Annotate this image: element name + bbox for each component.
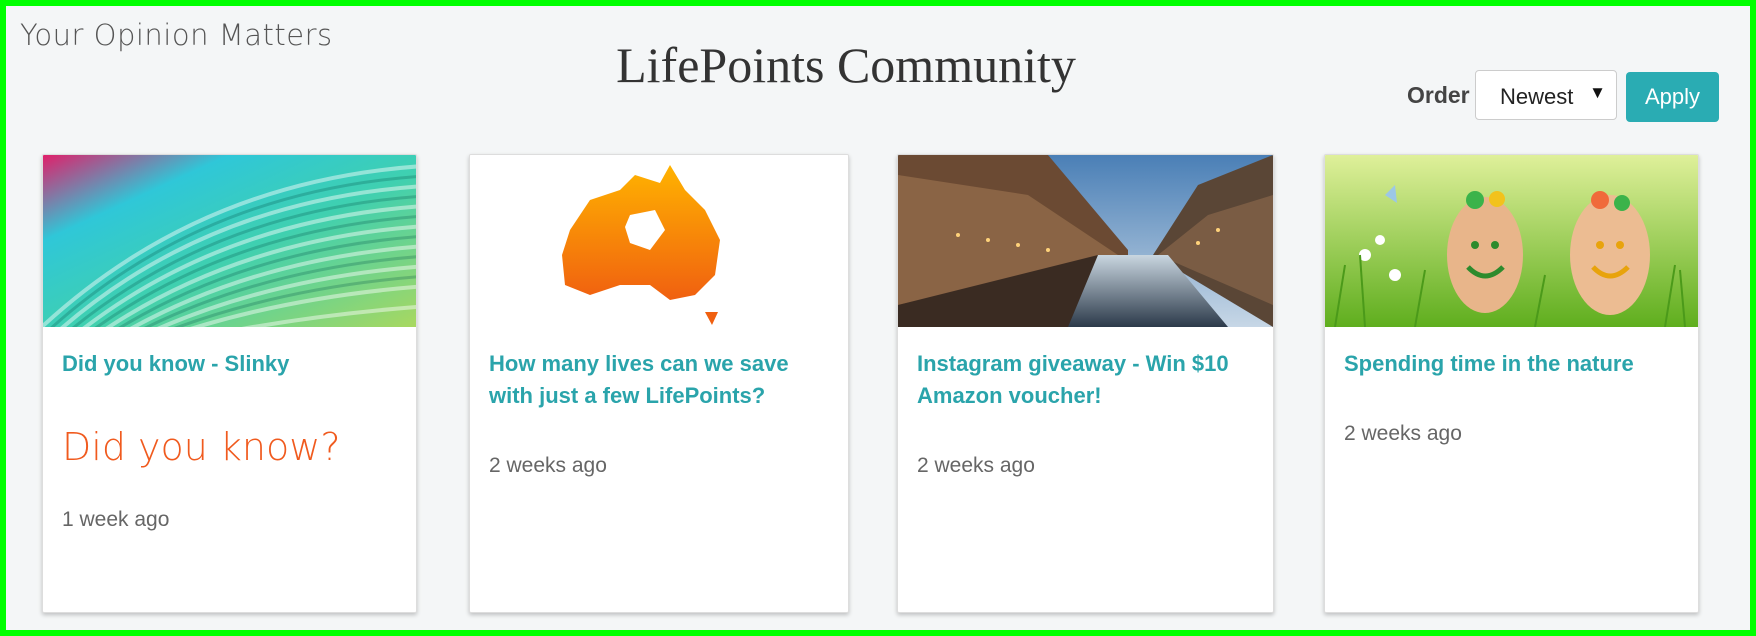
order-label: Order — [1407, 82, 1470, 108]
order-select[interactable]: Newest ▼ — [1475, 70, 1617, 120]
card-timestamp: 1 week ago — [62, 508, 170, 531]
dropdown-arrow-icon: ▼ — [1589, 83, 1606, 102]
card-timestamp: 2 weeks ago — [489, 454, 607, 477]
order-selected-value: Newest — [1500, 84, 1574, 109]
card-title-link[interactable]: Instagram giveaway - Win $10 Amazon vouc… — [917, 348, 1257, 412]
article-card-instagram[interactable]: Instagram giveaway - Win $10 Amazon vouc… — [897, 154, 1274, 613]
slinky-image[interactable] — [43, 155, 416, 327]
card-timestamp: 2 weeks ago — [1344, 422, 1462, 445]
page-frame: Your Opinion Matters LifePoints Communit… — [0, 0, 1756, 636]
card-title-link[interactable]: How many lives can we save with just a f… — [489, 348, 832, 412]
apply-button[interactable]: Apply — [1626, 72, 1719, 122]
article-card-nature[interactable]: Spending time in the nature 2 weeks ago — [1324, 154, 1699, 613]
canal-city-image[interactable] — [898, 155, 1273, 327]
card-title-link[interactable]: Did you know - Slinky — [62, 348, 400, 380]
article-card-slinky[interactable]: Did you know - Slinky Did you know? 1 we… — [42, 154, 417, 613]
card-teaser-text: Did you know? — [62, 425, 341, 469]
australia-map-image[interactable] — [470, 155, 848, 327]
smiley-feet-image[interactable] — [1325, 155, 1698, 327]
card-title-link[interactable]: Spending time in the nature — [1344, 348, 1682, 380]
article-card-lifepoints[interactable]: How many lives can we save with just a f… — [469, 154, 849, 613]
card-timestamp: 2 weeks ago — [917, 454, 1035, 477]
